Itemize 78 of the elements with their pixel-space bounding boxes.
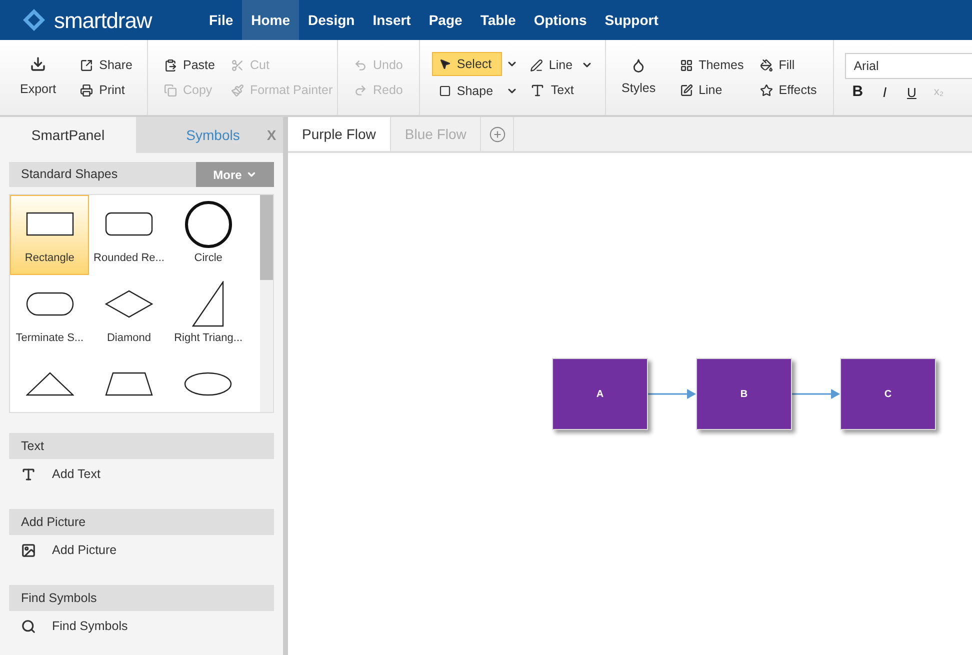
- circle-icon: [184, 200, 232, 248]
- app-logo: smartdraw: [54, 6, 152, 34]
- styles-button[interactable]: Styles: [618, 58, 660, 98]
- rounded-pill-icon: [26, 292, 74, 316]
- right-triangle-icon: [192, 281, 224, 327]
- rectangle-icon: [26, 212, 74, 236]
- search-icon: [21, 618, 36, 634]
- select-button[interactable]: Select: [432, 52, 502, 76]
- paste-button[interactable]: Paste: [160, 54, 219, 76]
- section-header: Text: [9, 433, 274, 459]
- library-title: Standard Shapes: [20, 166, 119, 184]
- menu-tab[interactable]: Page: [420, 0, 472, 40]
- menu-tab[interactable]: Home: [242, 0, 300, 40]
- panel-action[interactable]: Find Symbols: [9, 611, 128, 641]
- scrollbar-thumb[interactable]: [260, 195, 273, 280]
- section-header: Find Symbols: [9, 585, 274, 611]
- droplet-icon: [631, 58, 646, 73]
- line-button[interactable]: Line: [526, 54, 577, 76]
- undo-icon: [354, 58, 367, 72]
- fill-icon: [760, 58, 773, 72]
- print-icon: [80, 84, 94, 96]
- format-painter-icon: [230, 84, 244, 96]
- flow-node[interactable]: B: [696, 358, 792, 430]
- share-icon: [80, 58, 94, 72]
- triangle-icon: [26, 372, 74, 396]
- image-icon: [21, 542, 36, 558]
- shape-tile[interactable]: Terminate S...: [10, 275, 90, 355]
- shape-tile[interactable]: Rectangle: [10, 195, 90, 275]
- print-button[interactable]: Print: [76, 79, 136, 101]
- section-header: Add Picture: [9, 509, 274, 535]
- bold-button[interactable]: B: [848, 82, 867, 102]
- pointer-icon: [438, 58, 451, 70]
- shape-tile[interactable]: Rounded Re...: [89, 195, 169, 275]
- line-style-button[interactable]: Line: [676, 79, 748, 101]
- redo-icon: [354, 84, 367, 96]
- paste-icon: [164, 58, 177, 72]
- download-icon: [30, 56, 46, 72]
- panel-action[interactable]: Add Picture: [9, 535, 117, 565]
- line-style-icon: [680, 84, 693, 96]
- copy-icon: [164, 84, 177, 96]
- flow-node[interactable]: C: [840, 358, 936, 430]
- effects-icon: [760, 84, 773, 96]
- menu-tab[interactable]: Insert: [364, 0, 420, 40]
- shape-button[interactable]: Shape: [432, 79, 502, 103]
- rounded-rectangle-icon: [104, 212, 153, 236]
- panel-action[interactable]: Add Text: [9, 459, 100, 489]
- underline-button[interactable]: U: [902, 82, 921, 102]
- connector-arrow: [648, 389, 696, 399]
- shape-tile[interactable]: Right Triang...: [168, 275, 248, 355]
- menu-tab[interactable]: Design: [299, 0, 364, 40]
- letter-icon: [530, 82, 545, 98]
- fill-button[interactable]: Fill: [756, 54, 821, 76]
- themes-button[interactable]: Themes: [676, 54, 748, 76]
- logo-icon: [22, 8, 46, 32]
- themes-icon: [680, 58, 693, 72]
- letter-icon: [21, 466, 36, 482]
- menu-tab[interactable]: Support: [596, 0, 668, 40]
- export-button[interactable]: Export: [20, 56, 56, 99]
- square-icon: [438, 85, 451, 97]
- document-tab[interactable]: Purple Flow: [288, 117, 391, 151]
- menu-tab[interactable]: File: [200, 0, 242, 40]
- add-icon: [488, 126, 506, 142]
- shape-tile[interactable]: Circle: [168, 195, 248, 275]
- italic-button[interactable]: I: [876, 82, 894, 102]
- trapezoid-icon: [104, 372, 153, 396]
- cut-icon: [230, 58, 244, 72]
- shape-tile[interactable]: Diamond: [89, 275, 169, 355]
- menu-tab[interactable]: Table: [471, 0, 525, 40]
- menu-tab[interactable]: Options: [524, 0, 596, 40]
- effects-button[interactable]: Effects: [756, 79, 821, 101]
- font-field[interactable]: Arial: [844, 52, 972, 78]
- diamond-icon: [104, 290, 153, 318]
- connector-arrow: [792, 389, 840, 399]
- ellipse-icon: [184, 372, 232, 396]
- share-button[interactable]: Share: [76, 54, 136, 76]
- flow-node[interactable]: A: [552, 358, 648, 430]
- pen-line-icon: [530, 58, 543, 72]
- text-button[interactable]: Text: [526, 79, 578, 101]
